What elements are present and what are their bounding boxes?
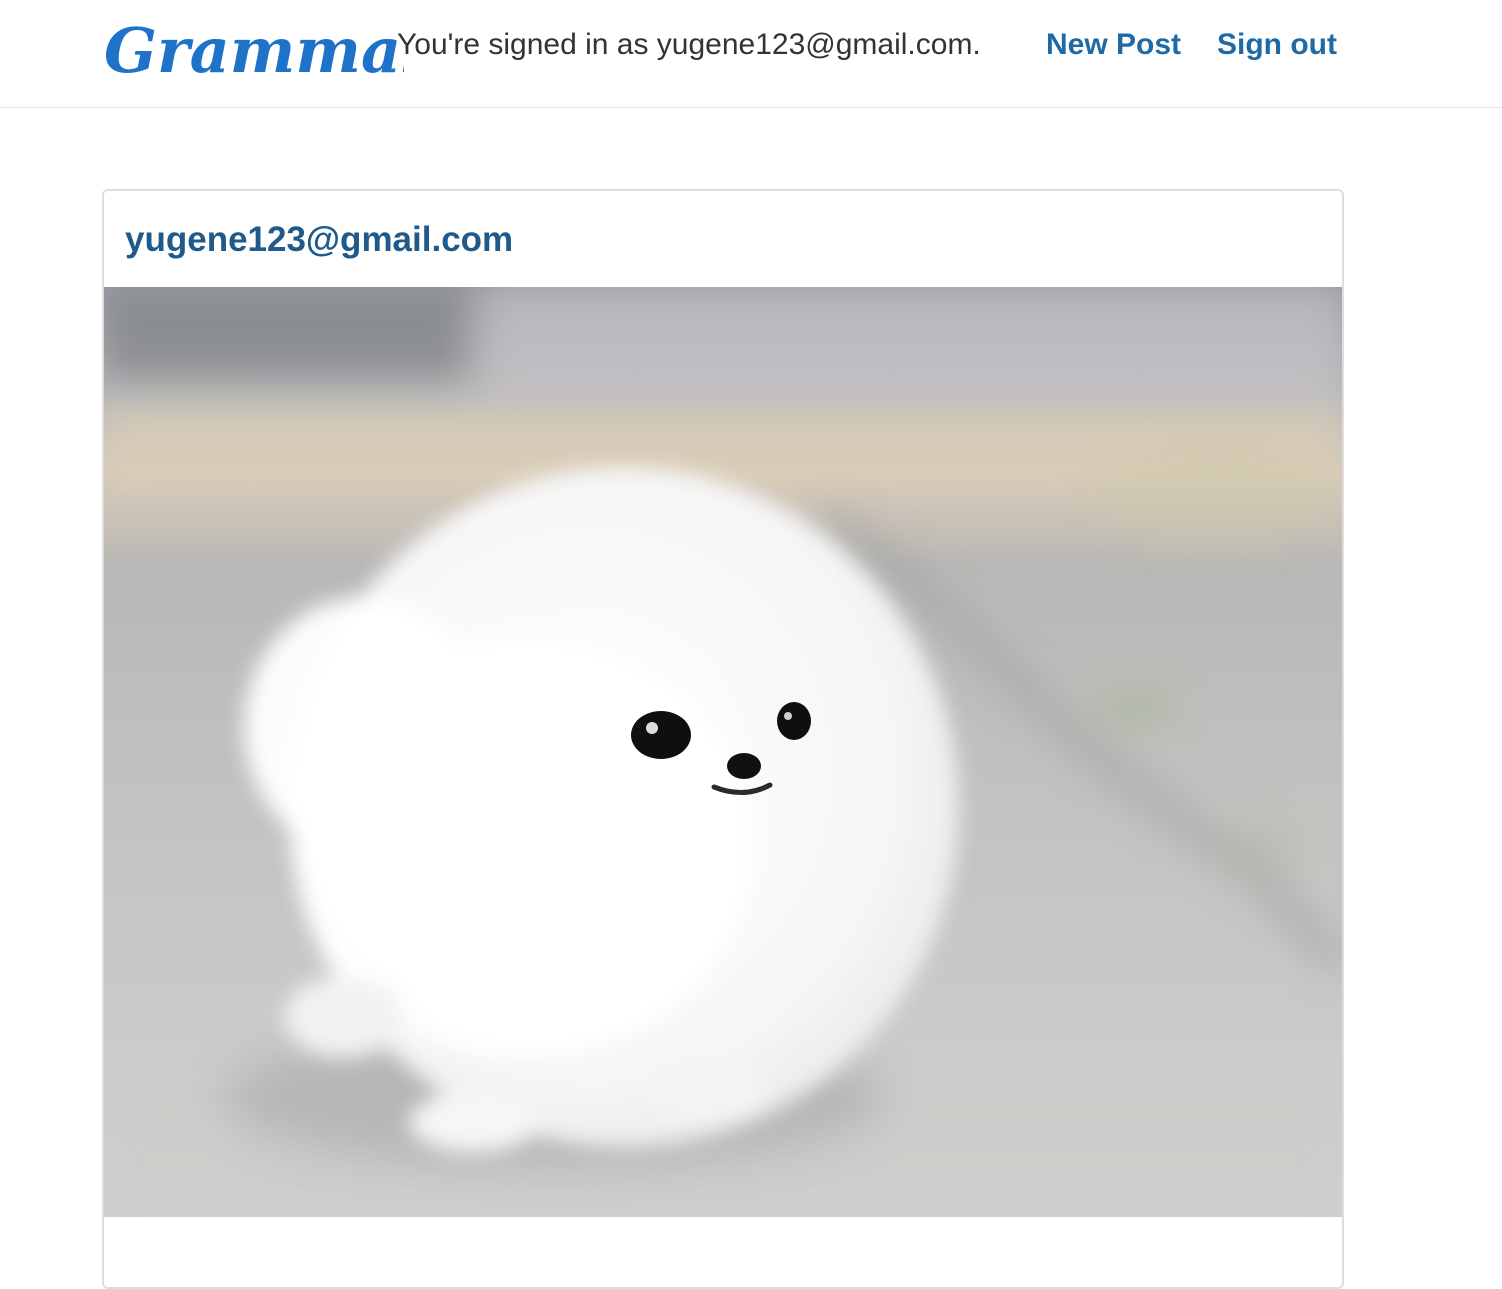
post-photo bbox=[104, 287, 1342, 1217]
navbar: Grammable You're signed in as yugene123@… bbox=[0, 0, 1502, 108]
post-card-header: yugene123@gmail.com bbox=[104, 191, 1342, 287]
post-author: yugene123@gmail.com bbox=[125, 220, 514, 259]
sign-out-link[interactable]: Sign out bbox=[1217, 26, 1337, 64]
signed-in-status: You're signed in as yugene123@gmail.com. bbox=[397, 28, 981, 61]
brand-logo[interactable]: Grammable bbox=[104, 6, 404, 102]
new-post-link[interactable]: New Post bbox=[1046, 26, 1181, 64]
svg-text:Grammable: Grammable bbox=[104, 14, 404, 87]
post-card: yugene123@gmail.com bbox=[102, 189, 1344, 1289]
